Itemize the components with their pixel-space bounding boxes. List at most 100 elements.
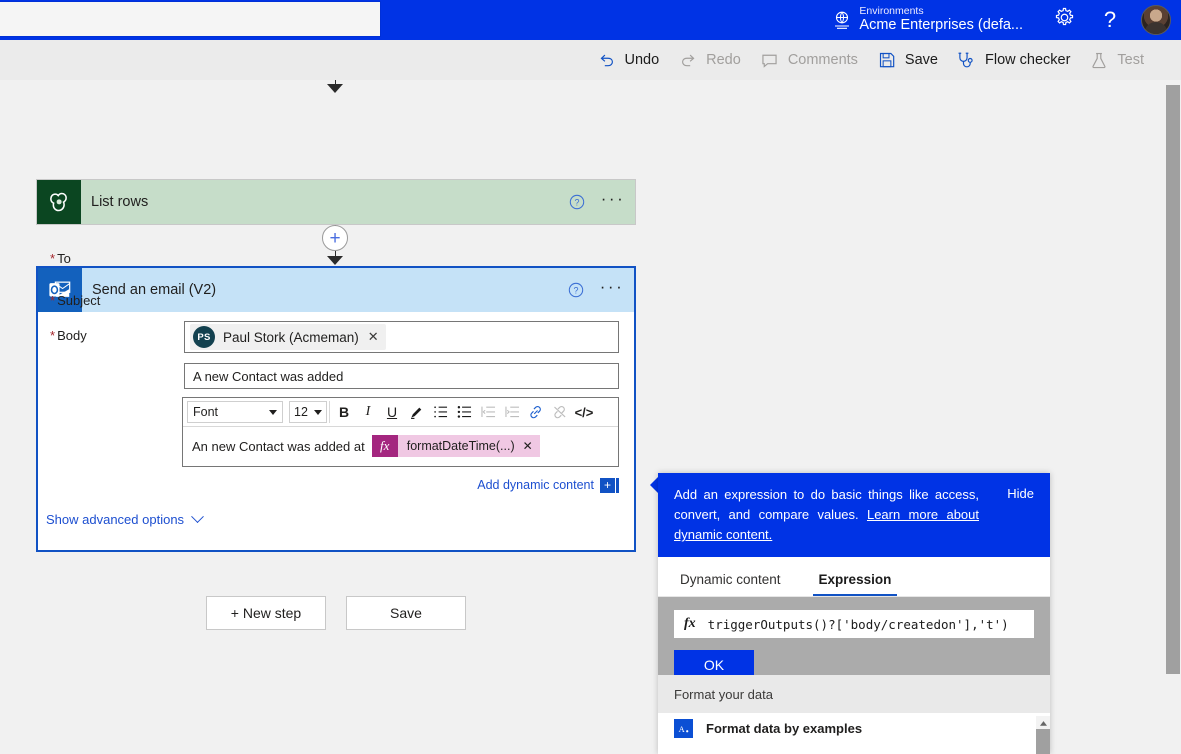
ellipsis-icon[interactable]: ··· xyxy=(591,189,635,215)
test-label: Test xyxy=(1117,52,1144,68)
recipient-name: Paul Stork (Acmeman) xyxy=(223,329,359,345)
connector-arrow-top xyxy=(327,84,343,93)
subject-value: A new Contact was added xyxy=(193,368,344,384)
help-button[interactable]: ? xyxy=(1087,0,1133,40)
to-field-input[interactable]: PS Paul Stork (Acmeman) ✕ xyxy=(184,321,619,353)
scroll-up-arrow-icon[interactable] xyxy=(1036,716,1050,730)
list-item[interactable]: A Format data by examples xyxy=(658,713,1050,743)
font-size-dropdown[interactable]: 12 xyxy=(289,401,327,423)
tab-dynamic-content[interactable]: Dynamic content xyxy=(674,572,787,596)
rich-text-toolbar: Font 12 B I U </> xyxy=(183,398,618,427)
dataverse-icon xyxy=(37,180,81,224)
question-mark-icon: ? xyxy=(1103,7,1117,32)
new-step-button[interactable]: + New step xyxy=(206,596,326,630)
avatar[interactable] xyxy=(1141,5,1171,35)
help-circle-icon[interactable]: ? xyxy=(563,194,591,210)
redo-button[interactable]: Redo xyxy=(668,40,750,80)
subject-field-label-row: * Subject xyxy=(36,288,171,308)
pen-highlight-icon[interactable] xyxy=(404,400,428,424)
list-rows-card-header: List rows ? ··· xyxy=(37,180,635,224)
undo-button[interactable]: Undo xyxy=(586,40,668,80)
to-label: * To xyxy=(50,251,71,266)
help-circle-icon[interactable]: ? xyxy=(562,282,590,298)
list-rows-title: List rows xyxy=(91,194,149,210)
toolbar-divider xyxy=(329,401,330,423)
plus-icon: + xyxy=(329,227,341,249)
increase-indent-icon[interactable] xyxy=(500,400,524,424)
close-x-icon[interactable]: ✕ xyxy=(368,329,382,345)
gear-icon xyxy=(1054,7,1075,33)
save-flow-button[interactable]: Save xyxy=(346,596,466,630)
expression-input[interactable]: fx triggerOutputs()?['body/createdon'],'… xyxy=(674,610,1034,638)
canvas-scrollbar-thumb[interactable] xyxy=(1166,85,1180,674)
unlink-icon[interactable] xyxy=(548,400,572,424)
redo-label: Redo xyxy=(706,52,741,68)
expression-token[interactable]: fx formatDateTime(...) ✕ xyxy=(371,435,540,457)
list-item-label: Format data by examples xyxy=(706,720,863,736)
flyout-scrollbar-thumb[interactable] xyxy=(1036,729,1050,754)
body-label: * Body xyxy=(50,328,87,343)
flow-command-bar: Undo Redo Comments Save Flow checker Tes… xyxy=(0,40,1181,80)
underline-button[interactable]: U xyxy=(380,400,404,424)
save-button[interactable]: Save xyxy=(867,40,947,80)
environment-name: Acme Enterprises (defa... xyxy=(859,17,1023,34)
stethoscope-icon xyxy=(956,51,978,69)
settings-button[interactable] xyxy=(1041,0,1087,40)
comments-button[interactable]: Comments xyxy=(750,40,867,80)
expression-token-pill[interactable]: formatDateTime(...) ✕ xyxy=(397,435,540,457)
add-dynamic-content-plus-button[interactable]: + xyxy=(600,477,615,493)
tab-expression[interactable]: Expression xyxy=(812,572,898,596)
flow-designer-canvas: List rows ? ··· + Send an email (V2) ? ·… xyxy=(0,80,1181,754)
numbered-list-icon[interactable] xyxy=(428,400,452,424)
flow-checker-label: Flow checker xyxy=(984,52,1071,68)
expression-token-label: formatDateTime(...) xyxy=(406,439,515,453)
recipient-chip[interactable]: PS Paul Stork (Acmeman) ✕ xyxy=(190,324,386,350)
chevron-down-icon xyxy=(314,409,322,415)
test-button[interactable]: Test xyxy=(1079,40,1153,80)
decrease-indent-icon[interactable] xyxy=(476,400,500,424)
to-field-label-row: * To xyxy=(36,246,171,266)
bullet-list-icon[interactable] xyxy=(452,400,476,424)
flyout-list-header: Format your data xyxy=(658,675,1050,713)
ellipsis-icon[interactable]: ··· xyxy=(590,277,634,303)
show-advanced-options-label: Show advanced options xyxy=(46,512,185,527)
add-dynamic-content-row: Add dynamic content + xyxy=(400,475,619,495)
close-x-icon[interactable]: ✕ xyxy=(523,439,533,453)
environment-selector[interactable]: Environments Acme Enterprises (defa... xyxy=(825,6,1023,33)
redo-arrow-icon xyxy=(677,51,699,69)
subject-label: * Subject xyxy=(50,293,101,308)
expression-editor-area: fx triggerOutputs()?['body/createdon'],'… xyxy=(658,597,1050,680)
svg-text:?: ? xyxy=(574,285,579,295)
step-card-list-rows[interactable]: List rows ? ··· xyxy=(36,179,636,225)
flyout-banner-text: Add an expression to do basic things lik… xyxy=(674,485,979,545)
chevron-down-icon xyxy=(269,409,277,415)
code-view-button[interactable]: </> xyxy=(572,400,596,424)
show-advanced-options-toggle[interactable]: Show advanced options xyxy=(46,510,204,527)
comments-label: Comments xyxy=(787,52,858,68)
italic-button[interactable]: I xyxy=(356,400,380,424)
hide-banner-button[interactable]: Hide xyxy=(1007,486,1034,501)
add-dynamic-content-link[interactable]: Add dynamic content xyxy=(477,478,594,492)
header-right-cluster: Environments Acme Enterprises (defa... ? xyxy=(825,0,1181,40)
link-icon[interactable] xyxy=(524,400,548,424)
dynamic-content-flyout: Add an expression to do basic things lik… xyxy=(658,473,1050,754)
font-family-dropdown[interactable]: Font xyxy=(187,401,283,423)
connector-arrow-mid xyxy=(327,256,343,265)
flask-icon xyxy=(1088,51,1110,69)
svg-text:A: A xyxy=(679,724,685,733)
undo-label: Undo xyxy=(624,52,660,68)
insert-step-button[interactable]: + xyxy=(322,225,348,251)
body-field-label-row: * Body xyxy=(36,323,171,343)
svg-text:?: ? xyxy=(575,197,580,207)
chevron-down-icon xyxy=(191,510,204,524)
bold-button[interactable]: B xyxy=(332,400,356,424)
body-content-area[interactable]: An new Contact was added at fx formatDat… xyxy=(183,427,618,465)
subject-field-input[interactable]: A new Contact was added xyxy=(184,363,619,389)
required-marker: * xyxy=(50,251,56,266)
recipient-initials-avatar: PS xyxy=(193,326,215,348)
global-search-input[interactable] xyxy=(0,2,380,36)
body-rich-text-editor[interactable]: Font 12 B I U </> An new Contact was add… xyxy=(182,397,619,467)
required-marker: * xyxy=(50,293,56,308)
flow-checker-button[interactable]: Flow checker xyxy=(947,40,1079,80)
canvas-scrollbar-track[interactable] xyxy=(1165,80,1181,674)
